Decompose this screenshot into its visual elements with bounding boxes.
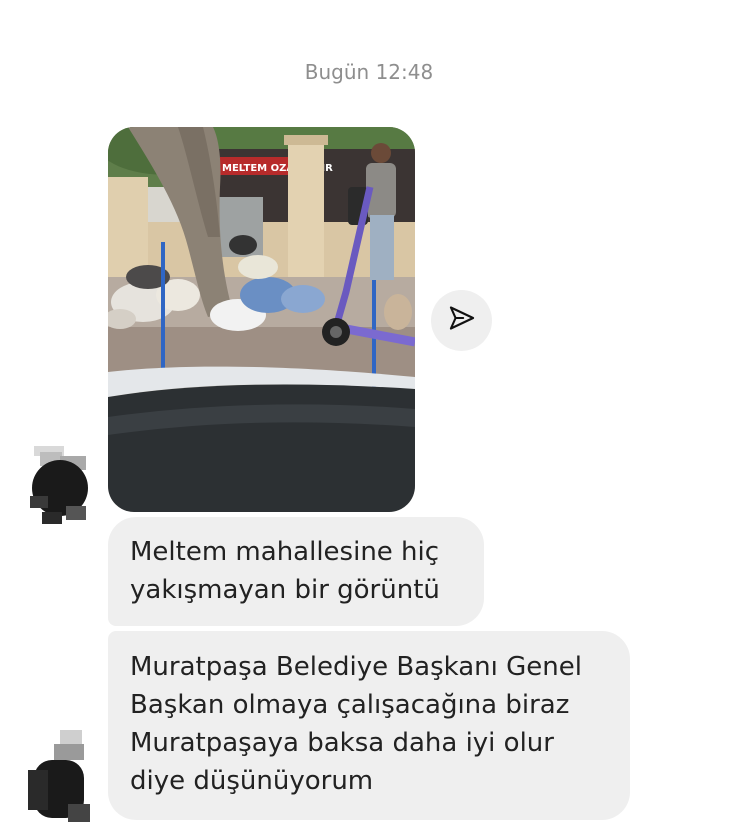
shared-photo[interactable]: MELTEM OZALIT-KIR xyxy=(108,127,415,512)
message-timestamp: Bugün 12:48 xyxy=(304,60,434,84)
send-icon xyxy=(448,304,476,337)
share-button[interactable] xyxy=(431,290,492,351)
avatar[interactable] xyxy=(28,730,92,822)
message-bubble[interactable]: Meltem mahallesine hiç yakışmayan bir gö… xyxy=(108,517,484,626)
message-bubble[interactable]: Muratpaşa Belediye Başkanı Genel Başkan … xyxy=(108,631,630,820)
avatar[interactable] xyxy=(30,446,92,524)
